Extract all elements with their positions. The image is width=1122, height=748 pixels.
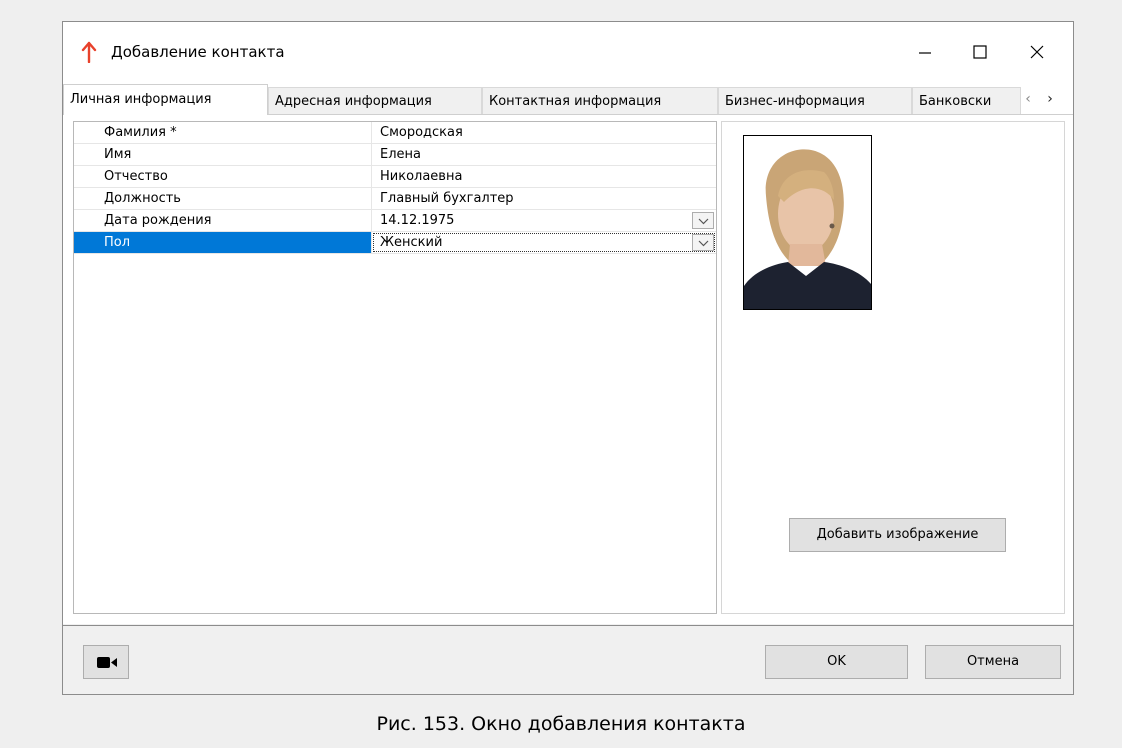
property-row[interactable]: Отчество Николаевна bbox=[74, 166, 716, 188]
close-button[interactable] bbox=[1013, 22, 1061, 84]
camera-button[interactable] bbox=[83, 645, 129, 679]
tab-scroll-right-icon[interactable]: › bbox=[1042, 90, 1058, 108]
tab-address-info[interactable]: Адресная информация bbox=[268, 87, 482, 114]
tab-business-info[interactable]: Бизнес-информация bbox=[718, 87, 912, 114]
maximize-icon bbox=[973, 45, 987, 59]
property-row[interactable]: Пол Женский bbox=[74, 232, 716, 254]
property-grid: Фамилия * Смородская Имя Елена Отчество … bbox=[73, 121, 717, 614]
title-bar: Добавление контакта bbox=[63, 22, 1073, 84]
tab-personal-info[interactable]: Личная информация bbox=[63, 84, 268, 115]
tab-content: Фамилия * Смородская Имя Елена Отчество … bbox=[63, 114, 1073, 624]
tab-label: Личная информация bbox=[70, 92, 212, 107]
property-row[interactable]: Дата рождения 14.12.1975 bbox=[74, 210, 716, 232]
property-row[interactable]: Фамилия * Смородская bbox=[74, 122, 716, 144]
birth-date-dropdown[interactable]: 14.12.1975 bbox=[372, 210, 716, 231]
contact-photo bbox=[743, 135, 872, 310]
tab-label: Бизнес-информация bbox=[725, 94, 865, 109]
property-name: Должность bbox=[74, 188, 372, 209]
tab-bank-info[interactable]: Банковски bbox=[912, 87, 1021, 114]
figure-caption: Рис. 153. Окно добавления контакта bbox=[376, 713, 746, 735]
close-icon bbox=[1030, 45, 1044, 59]
property-value-input[interactable]: Смородская bbox=[372, 122, 716, 143]
property-name: Дата рождения bbox=[74, 210, 372, 231]
tab-label: Банковски bbox=[919, 94, 992, 109]
ok-button[interactable]: OK bbox=[765, 645, 908, 679]
property-value-input[interactable]: Елена bbox=[372, 144, 716, 165]
maximize-button[interactable] bbox=[956, 22, 1004, 84]
tab-label: Адресная информация bbox=[275, 94, 432, 109]
property-value-input[interactable]: Главный бухгалтер bbox=[372, 188, 716, 209]
property-name: Фамилия * bbox=[74, 122, 372, 143]
property-value: 14.12.1975 bbox=[380, 213, 455, 228]
gender-dropdown[interactable]: Женский bbox=[372, 232, 716, 253]
property-value: Женский bbox=[380, 235, 443, 250]
dropdown-button[interactable] bbox=[692, 234, 714, 251]
property-name: Отчество bbox=[74, 166, 372, 187]
tab-contact-info[interactable]: Контактная информация bbox=[482, 87, 718, 114]
add-contact-dialog: Добавление контакта Личная информация Ад… bbox=[62, 21, 1074, 695]
dropdown-button[interactable] bbox=[692, 212, 714, 229]
cancel-button[interactable]: Отмена bbox=[925, 645, 1061, 679]
photo-panel: Добавить изображение bbox=[721, 121, 1065, 614]
property-value-input[interactable]: Николаевна bbox=[372, 166, 716, 187]
add-image-button[interactable]: Добавить изображение bbox=[789, 518, 1006, 552]
tab-label: Контактная информация bbox=[489, 94, 662, 109]
chevron-down-icon bbox=[698, 240, 709, 247]
property-name: Имя bbox=[74, 144, 372, 165]
tab-scroll-left-icon[interactable]: ‹ bbox=[1020, 90, 1036, 108]
property-row[interactable]: Имя Елена bbox=[74, 144, 716, 166]
app-arrow-icon bbox=[81, 41, 97, 64]
tab-strip: Личная информация Адресная информация Ко… bbox=[63, 84, 1073, 115]
minimize-icon bbox=[919, 52, 931, 54]
window-title: Добавление контакта bbox=[111, 43, 285, 61]
property-row[interactable]: Должность Главный бухгалтер bbox=[74, 188, 716, 210]
property-name: Пол bbox=[74, 232, 372, 253]
minimize-button[interactable] bbox=[901, 22, 949, 84]
video-camera-icon bbox=[97, 657, 117, 668]
dialog-footer: OK Отмена bbox=[63, 625, 1073, 694]
chevron-down-icon bbox=[698, 218, 709, 225]
